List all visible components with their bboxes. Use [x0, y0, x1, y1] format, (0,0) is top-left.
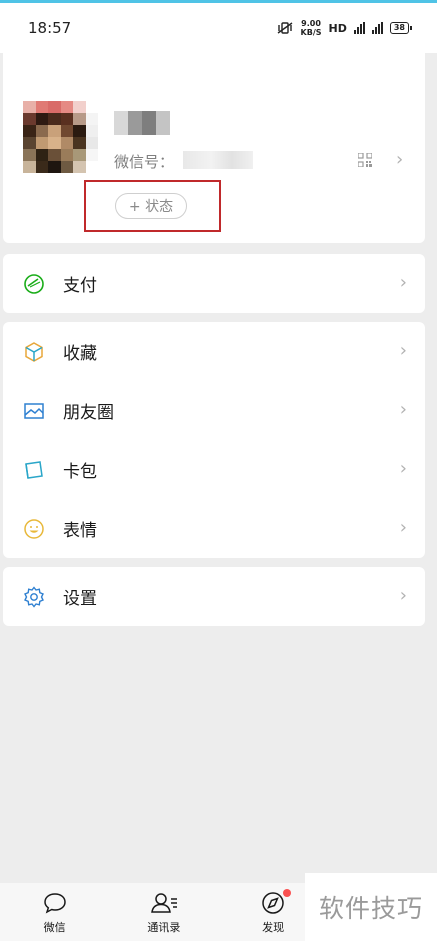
menu-item-label: 卡包 [63, 462, 97, 482]
menu-item-label: 收藏 [63, 344, 97, 364]
chevron-right-icon: › [399, 272, 407, 293]
net-speed-unit: KB/S [300, 28, 322, 37]
menu-item-settings[interactable]: 设置 › [3, 567, 425, 626]
menu-item-moments[interactable]: 朋友圈 › [3, 381, 425, 440]
watermark: 软件技巧 [305, 873, 437, 941]
menu-item-label: 设置 [63, 589, 97, 609]
moments-icon [24, 403, 44, 419]
nickname-blurred [114, 111, 170, 135]
wechat-id-label: 微信号： [114, 153, 175, 171]
profile-chevron-right-icon: › [396, 149, 404, 170]
highlight-annotation-box [84, 180, 221, 232]
menu-item-pay[interactable]: 支付 › [3, 254, 425, 313]
status-bar: 18:57 9.00 KB/S HD 38 [0, 3, 437, 53]
chevron-right-icon: › [399, 458, 407, 479]
discover-badge-dot [282, 889, 291, 897]
menu-group-settings: 设置 › [3, 567, 425, 626]
cards-icon [25, 461, 43, 479]
avatar[interactable] [23, 101, 98, 173]
menu-item-cards[interactable]: 卡包 › [3, 440, 425, 499]
menu-item-label: 朋友圈 [63, 403, 114, 423]
menu-group-main: 收藏 › 朋友圈 › 卡包 › 表情 › [3, 322, 425, 558]
menu-item-stickers[interactable]: 表情 › [3, 499, 425, 558]
vibrate-mute-icon [277, 22, 292, 34]
hd-indicator: HD [328, 21, 347, 35]
watermark-text: 软件技巧 [318, 894, 423, 923]
tab-chats[interactable]: 微信 [0, 883, 109, 941]
tab-contacts[interactable]: 通讯录 [109, 883, 218, 941]
chevron-right-icon: › [399, 585, 407, 606]
contacts-icon [150, 893, 177, 913]
chevron-right-icon: › [399, 399, 407, 420]
qr-code-icon[interactable] [358, 153, 372, 167]
tab-label: 通讯录 [147, 921, 181, 934]
chevron-right-icon: › [399, 517, 407, 538]
stickers-icon [24, 519, 44, 539]
discover-icon [262, 892, 284, 914]
wechat-id-value-blurred [183, 151, 253, 169]
menu-item-label: 表情 [63, 521, 97, 541]
chat-icon [43, 893, 66, 914]
net-speed: 9.00 KB/S [301, 19, 322, 37]
tab-label: 微信 [43, 921, 66, 934]
menu-item-label: 支付 [63, 276, 97, 296]
favorites-icon [25, 342, 43, 362]
battery-icon: 38 [389, 22, 413, 34]
status-time: 18:57 [28, 19, 72, 37]
chevron-right-icon: › [399, 340, 407, 361]
pay-icon [24, 274, 44, 294]
status-icons: 9.00 KB/S HD 38 [276, 19, 413, 37]
settings-icon [24, 586, 44, 608]
signal-icon-2 [371, 22, 383, 34]
tab-label: 发现 [262, 921, 285, 934]
signal-icon-1 [353, 22, 365, 34]
menu-group-pay: 支付 › [3, 254, 425, 313]
menu-item-favorites[interactable]: 收藏 › [3, 322, 425, 381]
net-speed-value: 9.00 [301, 19, 321, 28]
